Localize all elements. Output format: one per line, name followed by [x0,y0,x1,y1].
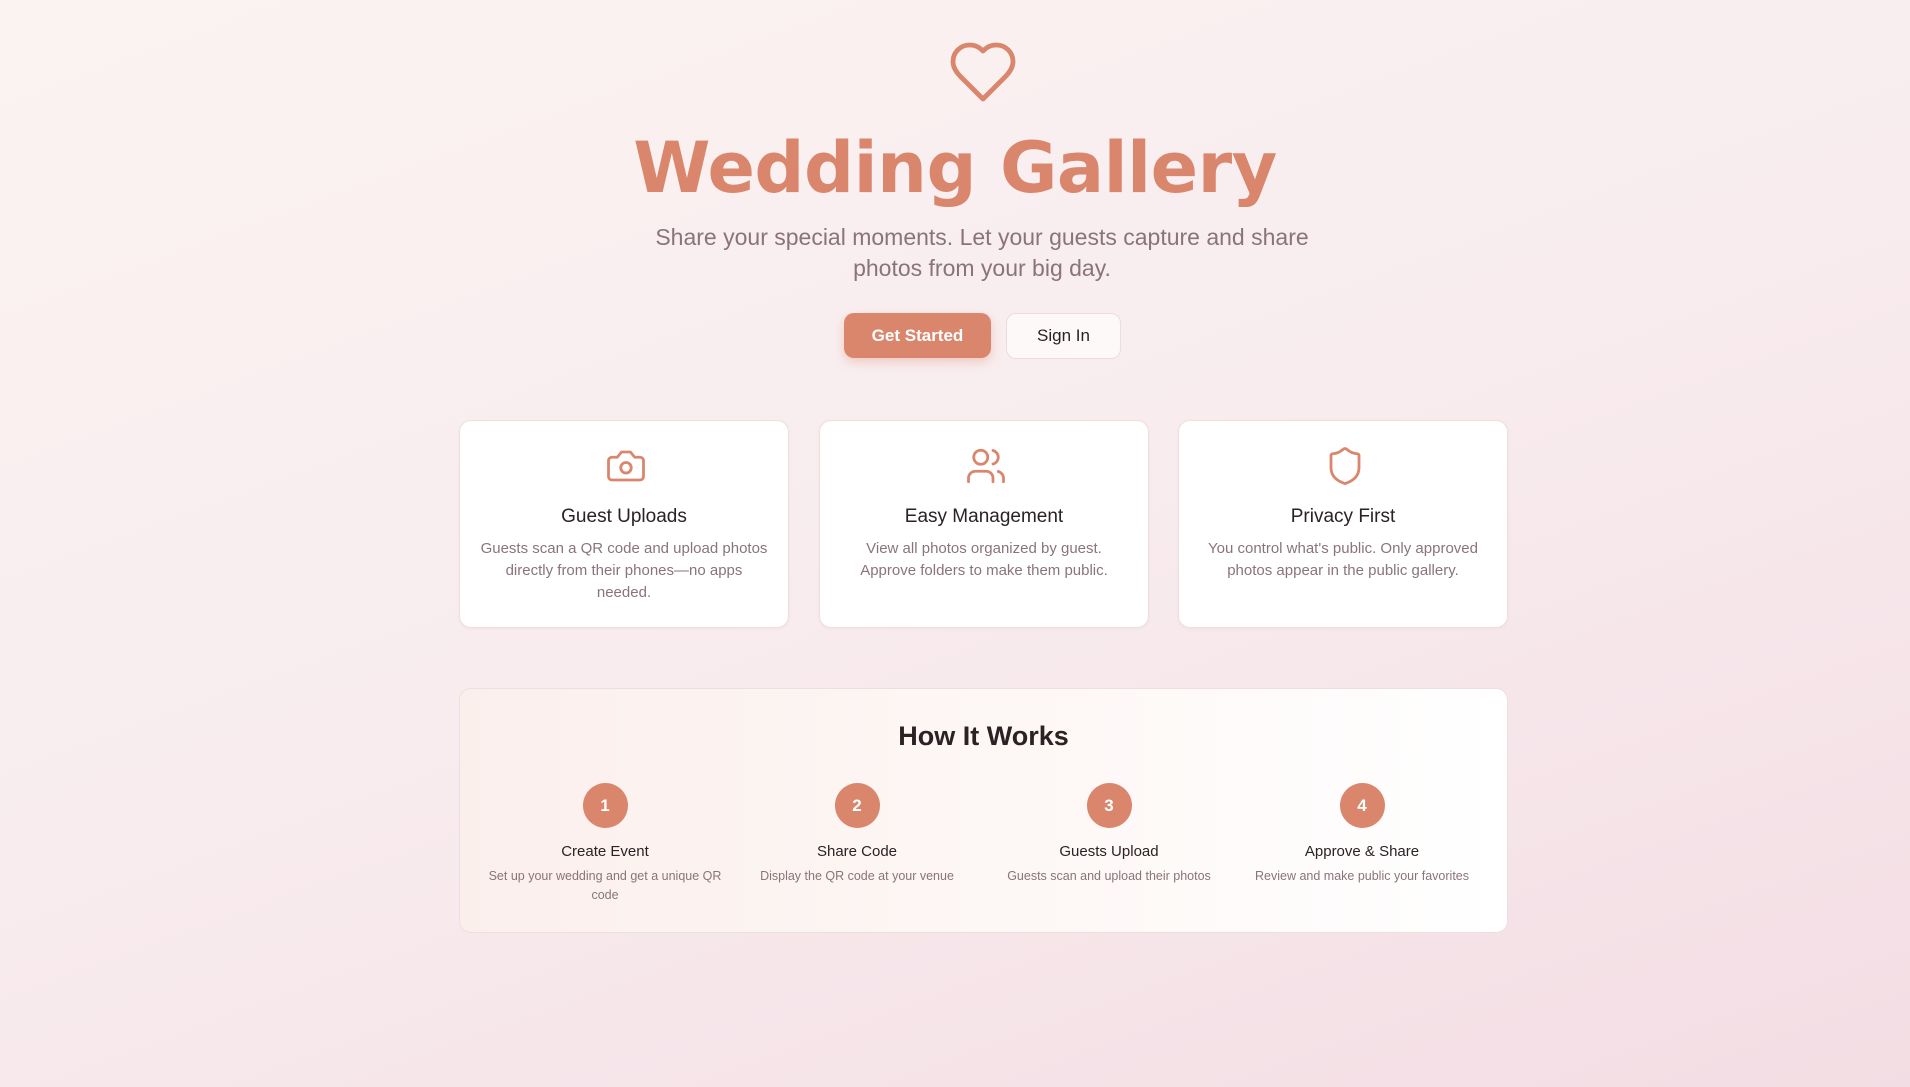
step-number-badge: 2 [834,783,880,828]
feature-title: Guest Uploads [561,506,687,527]
how-it-works-section: How It Works 1 Create Event Set up your … [459,688,1508,933]
step-item: 1 Create Event Set up your wedding and g… [485,783,725,905]
feature-title: Privacy First [1290,506,1396,527]
users-icon [967,448,1005,484]
step-description: Guests scan and upload their photos [1007,869,1211,883]
camera-icon [607,450,645,482]
step-number-badge: 3 [1086,783,1132,828]
step-item: 2 Share Code Display the QR code at your… [737,783,977,886]
how-it-works-title: How It Works [898,721,1069,751]
feature-description: Guests scan a QR code and upload photos … [480,540,768,601]
step-description: Display the QR code at your venue [760,869,954,883]
step-title: Approve & Share [1304,843,1420,860]
step-number-badge: 1 [582,783,628,828]
feature-description: View all photos organized by guest. Appr… [860,540,1108,579]
step-description: Set up your wedding and get a unique QR … [488,869,722,902]
step-description: Review and make public your favorites [1255,869,1469,883]
feature-card-easy-management: Easy Management View all photos organize… [819,420,1149,628]
page-title: Wedding Gallery [633,127,1277,209]
step-item: 3 Guests Upload Guests scan and upload t… [989,783,1229,886]
step-title: Guests Upload [1059,843,1159,860]
feature-description: You control what's public. Only approved… [1208,540,1478,579]
feature-card-privacy-first: Privacy First You control what's public.… [1178,420,1508,628]
step-title: Share Code [816,843,898,860]
shield-icon [1329,447,1361,485]
heart-icon [950,42,1016,102]
step-number-badge: 4 [1339,783,1385,828]
sign-in-button[interactable]: Sign In [1006,313,1121,359]
hero-subtitle: Share your special moments. Let your gue… [655,224,1309,281]
step-title: Create Event [561,843,649,860]
step-item: 4 Approve & Share Review and make public… [1242,783,1482,886]
get-started-button[interactable]: Get Started [844,313,991,358]
feature-title: Easy Management [904,506,1064,527]
feature-card-guest-uploads: Guest Uploads Guests scan a QR code and … [459,420,789,628]
